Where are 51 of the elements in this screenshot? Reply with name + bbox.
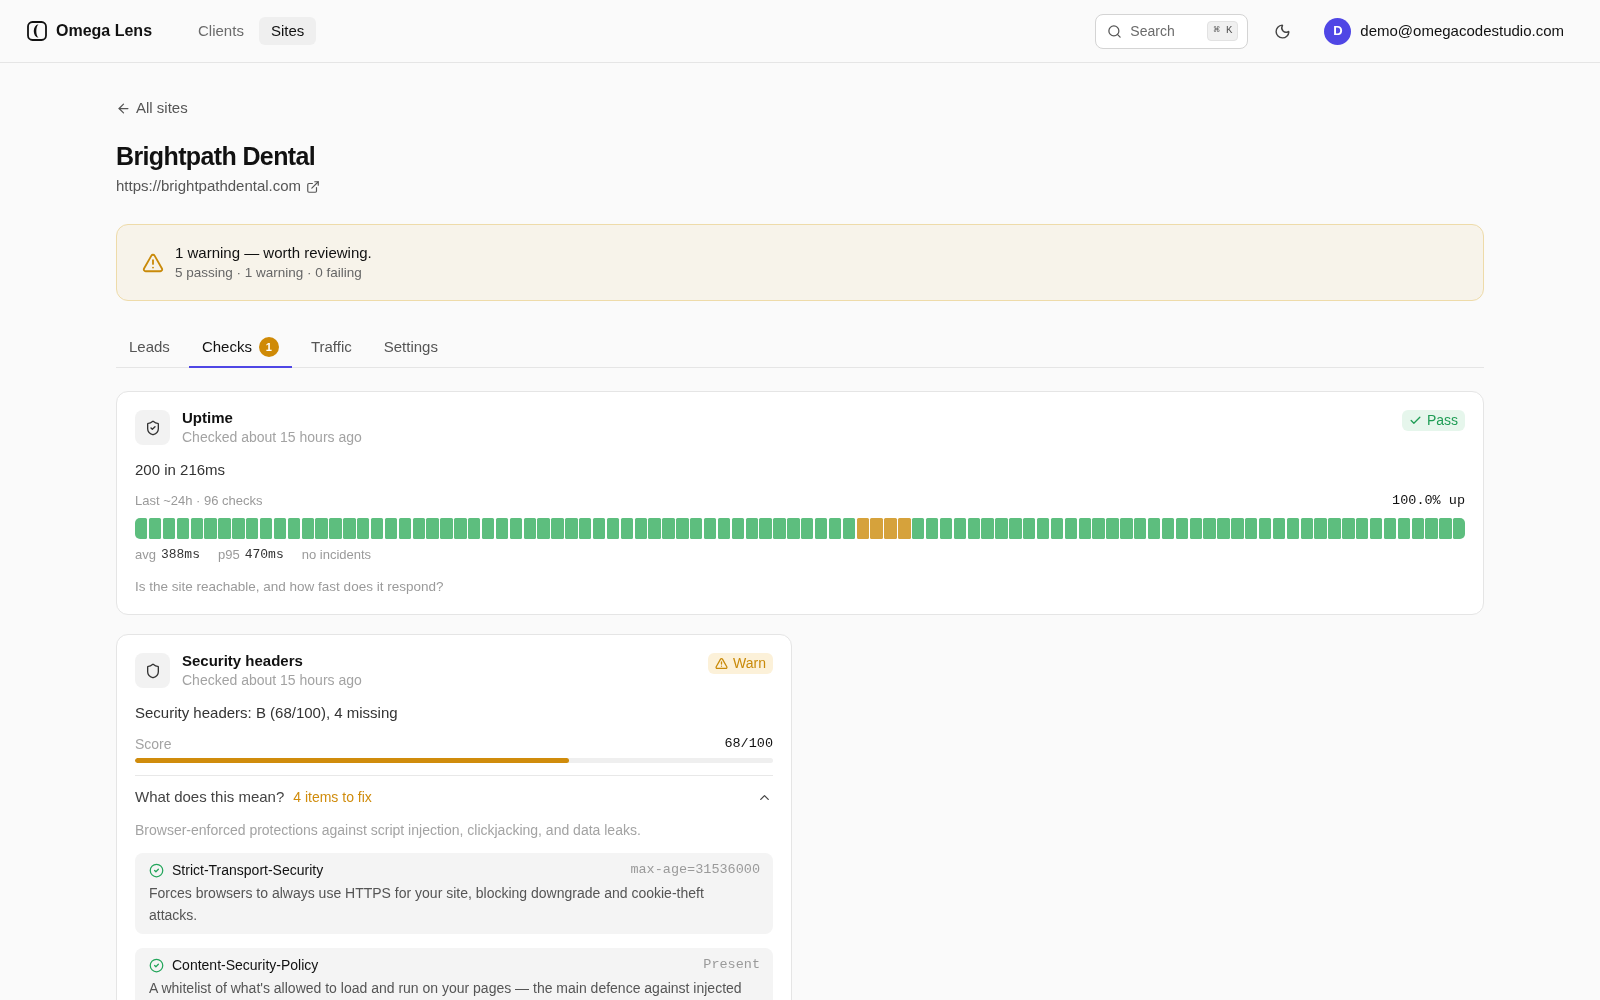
details-description: Browser-enforced protections against script injection, clickjacking, and data leaks. <box>135 821 642 840</box>
logo-icon <box>27 21 47 41</box>
user-email[interactable]: demo@omegacodestudio.com <box>1360 19 1564 43</box>
checked-time: Checked about 15 hours ago <box>182 428 362 447</box>
check-title: Security headers <box>182 652 304 671</box>
status-badge: Pass <box>1401 410 1465 432</box>
banner-title: 1 warning — worth reviewing. <box>175 243 372 264</box>
shield-icon <box>135 653 170 689</box>
header-description: A whitelist of what's allowed to load and run on your pages — the main defence against injected <box>149 979 743 999</box>
checked-time: Checked about 15 hours ago <box>182 671 362 690</box>
stat-label: avg <box>135 546 156 565</box>
score-value: 68/100 <box>724 735 773 754</box>
score-label: Score <box>135 735 172 754</box>
check-summary: Security headers: B (68/100), 4 missing <box>135 703 399 724</box>
stat-value: 470ms <box>244 546 284 565</box>
count-badge: 1 <box>258 337 279 358</box>
nav-link[interactable]: Clients <box>193 17 249 45</box>
shield-check-icon <box>135 410 170 446</box>
history-label: Last ~24h · 96 checks <box>135 492 263 511</box>
search-icon <box>1107 23 1123 39</box>
banner-summary: 5 passing · 1 warning · 0 failing <box>175 264 363 283</box>
tab[interactable]: Checks 1 <box>188 328 292 369</box>
site-url-link[interactable]: https://brightpathdental.com <box>116 176 321 197</box>
header-value: max-age=31536000 <box>630 861 760 880</box>
check-question: Is the site reachable, and how fast does it respond? <box>135 578 445 597</box>
tab[interactable]: Traffic <box>297 328 365 369</box>
external-link-icon <box>306 179 321 194</box>
incidents-text: no incidents <box>301 546 372 565</box>
tab[interactable]: Settings <box>370 328 451 369</box>
avatar[interactable]: D <box>1324 17 1352 45</box>
stat-value: 388ms <box>160 546 200 565</box>
header-value: Present <box>703 956 760 975</box>
nav-link[interactable]: Sites <box>258 17 317 45</box>
status-badge: Warn <box>708 653 773 675</box>
header-name: Strict-Transport-Security <box>172 861 324 880</box>
uptime-percentage: 100.0% up <box>1392 492 1465 511</box>
shortcut-key: ⌘ K <box>1207 20 1239 41</box>
tab[interactable]: Leads <box>116 328 183 369</box>
site-title: Brightpath Dental <box>116 140 316 171</box>
details-toggle[interactable]: What does this mean? 4 items to fix <box>135 787 773 808</box>
header-name: Content-Security-Policy <box>172 956 319 975</box>
moon-icon <box>1273 22 1291 40</box>
brand-name: Omega Lens <box>56 21 153 41</box>
check-summary: 200 in 216ms <box>135 460 227 481</box>
warning-icon <box>142 251 164 274</box>
check-title: Uptime <box>182 409 234 428</box>
fix-count: 4 items to fix <box>293 787 372 807</box>
stat-label: p95 <box>218 546 240 565</box>
warning-icon <box>715 657 729 671</box>
header-description: Forces browsers to always use HTTPS for your site, blocking downgrade and cookie-theft attacks. <box>149 884 705 926</box>
back-link[interactable]: All sites <box>116 98 188 118</box>
